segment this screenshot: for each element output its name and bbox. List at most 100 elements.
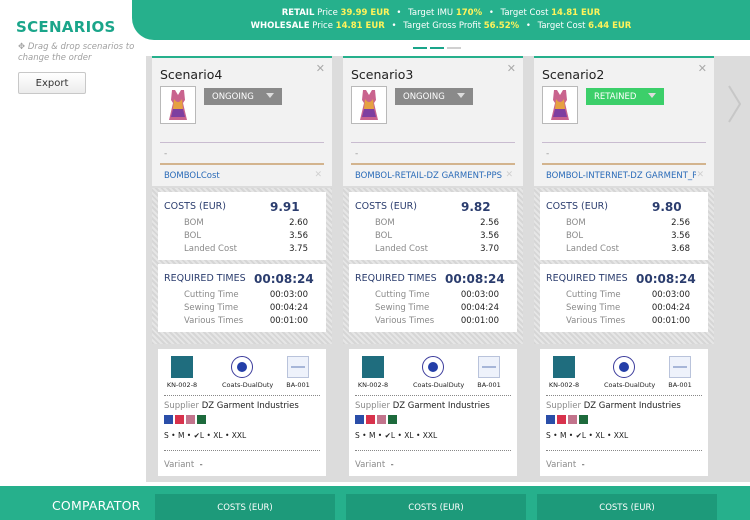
- comparator-tab[interactable]: COSTS (EUR): [155, 494, 335, 520]
- cost-reference-link[interactable]: BOMBOLCost: [164, 171, 314, 181]
- close-icon[interactable]: ✕: [507, 62, 516, 75]
- close-icon[interactable]: ✕: [316, 62, 325, 75]
- scenario-card[interactable]: Scenario2 ✕ RETAINED - BOMBOL-INTERNET-D…: [534, 56, 714, 482]
- row-label: Landed Cost: [184, 244, 237, 254]
- color-swatch[interactable]: [388, 415, 397, 424]
- color-swatch-selected[interactable]: [377, 415, 386, 424]
- wholesale-cost: 6.44 EUR: [588, 21, 632, 31]
- close-icon[interactable]: ✕: [696, 170, 704, 180]
- row-value: 00:01:00: [651, 316, 690, 326]
- color-swatch[interactable]: [197, 415, 206, 424]
- close-icon[interactable]: ✕: [505, 170, 513, 180]
- row-label: BOM: [566, 218, 586, 228]
- divider: [542, 163, 706, 165]
- costs-total: 9.82: [461, 200, 491, 214]
- scenario-header: Scenario4 ✕ ONGOING - BOMBOLCost ✕: [152, 56, 332, 186]
- cost-reference-link[interactable]: BOMBOL-RETAIL-DZ GARMENT-PPS: [355, 171, 505, 181]
- sidebar: SCENARIOS ✥ Drag & drop scenarios to cha…: [0, 0, 140, 490]
- cost-reference-link[interactable]: BOMBOL-INTERNET-DZ GARMENT_PPS: [546, 171, 696, 181]
- wholesale-profit-label: Target Gross Profit: [403, 21, 482, 31]
- page-dot[interactable]: [447, 47, 461, 49]
- thread-logo-icon: [613, 356, 635, 378]
- color-swatch-selected[interactable]: [186, 415, 195, 424]
- page-indicator: [413, 47, 461, 49]
- retail-cost-label: Target Cost: [500, 8, 549, 18]
- material-item[interactable]: KN-002-8: [353, 356, 393, 389]
- comparator-tab[interactable]: COSTS (EUR): [346, 494, 526, 520]
- cost-row-bom: BOM 2.60: [184, 218, 308, 228]
- page-dot-active[interactable]: [413, 47, 427, 49]
- scenario-card[interactable]: Scenario3 ✕ ONGOING - BOMBOL-RETAIL-DZ G…: [343, 56, 523, 482]
- label-swatch: [478, 356, 500, 378]
- material-name: Coats-DualDuty: [413, 381, 465, 389]
- variant-label: Variant: [164, 460, 195, 470]
- status-dropdown[interactable]: ONGOING: [395, 88, 473, 105]
- retail-line: RETAIL Price 39.99 EUR • Target IMU 170%…: [132, 8, 750, 18]
- close-icon[interactable]: ✕: [698, 62, 707, 75]
- material-item[interactable]: BA-001: [469, 356, 509, 389]
- color-swatch[interactable]: [355, 415, 364, 424]
- divider: [160, 142, 324, 143]
- row-value: 00:04:24: [460, 303, 499, 313]
- row-value: 00:04:24: [651, 303, 690, 313]
- material-item[interactable]: Coats-DualDuty: [222, 356, 273, 389]
- close-icon[interactable]: ✕: [314, 170, 322, 180]
- times-total: 00:08:24: [254, 272, 314, 286]
- row-value: 00:04:24: [269, 303, 308, 313]
- color-swatch-selected[interactable]: [568, 415, 577, 424]
- divider: [355, 450, 511, 451]
- row-value: 3.56: [289, 231, 308, 241]
- row-label: Various Times: [566, 316, 626, 326]
- chevron-right-icon[interactable]: [726, 84, 742, 124]
- color-swatch[interactable]: [546, 415, 555, 424]
- color-swatch[interactable]: [579, 415, 588, 424]
- material-item[interactable]: KN-002-8: [544, 356, 584, 389]
- material-item[interactable]: Coats-DualDuty: [604, 356, 655, 389]
- cost-row-bom: BOM 2.56: [375, 218, 499, 228]
- costs-total: 9.80: [652, 200, 682, 214]
- material-item[interactable]: KN-002-8: [162, 356, 202, 389]
- export-button[interactable]: Export: [18, 72, 86, 94]
- scenario-name: Scenario4: [160, 67, 223, 82]
- materials-panel: KN-002-8 Coats-DualDuty BA-001 Supplier …: [540, 349, 708, 476]
- divider: [160, 163, 324, 165]
- time-row-various: Various Times 00:01:00: [184, 316, 308, 326]
- row-label: Cutting Time: [184, 290, 239, 300]
- color-swatch[interactable]: [557, 415, 566, 424]
- status-dropdown[interactable]: ONGOING: [204, 88, 282, 105]
- status-dropdown[interactable]: RETAINED: [586, 88, 664, 105]
- separator-dot: •: [396, 8, 402, 18]
- time-row-sewing: Sewing Time 00:04:24: [566, 303, 690, 313]
- comparator-bar: COMPARATOR COSTS (EUR) COSTS (EUR) COSTS…: [0, 486, 750, 520]
- cost-row-landed: Landed Cost 3.68: [566, 244, 690, 254]
- material-item[interactable]: BA-001: [278, 356, 318, 389]
- comparator-tab[interactable]: COSTS (EUR): [537, 494, 717, 520]
- scenario-card[interactable]: Scenario4 ✕ ONGOING - BOMBOLCost ✕ COSTS…: [152, 56, 332, 482]
- row-label: BOL: [375, 231, 393, 241]
- supplier-label: Supplier: [355, 401, 391, 411]
- material-item[interactable]: Coats-DualDuty: [413, 356, 465, 389]
- scenario-area: Scenario4 ✕ ONGOING - BOMBOLCost ✕ COSTS…: [146, 56, 750, 482]
- color-swatch[interactable]: [175, 415, 184, 424]
- row-value: 00:03:00: [269, 290, 308, 300]
- material-item[interactable]: BA-001: [660, 356, 700, 389]
- wholesale-label: WHOLESALE: [250, 21, 310, 31]
- row-label: Sewing Time: [375, 303, 430, 313]
- row-label: Landed Cost: [566, 244, 619, 254]
- row-value: 00:01:00: [269, 316, 308, 326]
- row-label: Various Times: [184, 316, 244, 326]
- row-label: Cutting Time: [375, 290, 430, 300]
- scenario-note: -: [164, 149, 168, 159]
- supplier-name: DZ Garment Industries: [583, 401, 681, 411]
- material-name: KN-002-8: [357, 381, 389, 389]
- metrics-panel: COSTS (EUR) 9.91 BOM 2.60 BOL 3.56 Landed …: [152, 188, 332, 344]
- color-swatch[interactable]: [366, 415, 375, 424]
- times-box: REQUIRED TIMES 00:08:24 Cutting Time 00:0…: [349, 264, 517, 332]
- color-swatch[interactable]: [164, 415, 173, 424]
- wholesale-line: WHOLESALE Price 14.81 EUR • Target Gross…: [132, 21, 750, 31]
- color-swatches: [164, 415, 206, 424]
- garment-thumbnail: [160, 86, 196, 124]
- material-name: KN-002-8: [548, 381, 580, 389]
- page-dot-active[interactable]: [430, 47, 444, 49]
- label-swatch: [287, 356, 309, 378]
